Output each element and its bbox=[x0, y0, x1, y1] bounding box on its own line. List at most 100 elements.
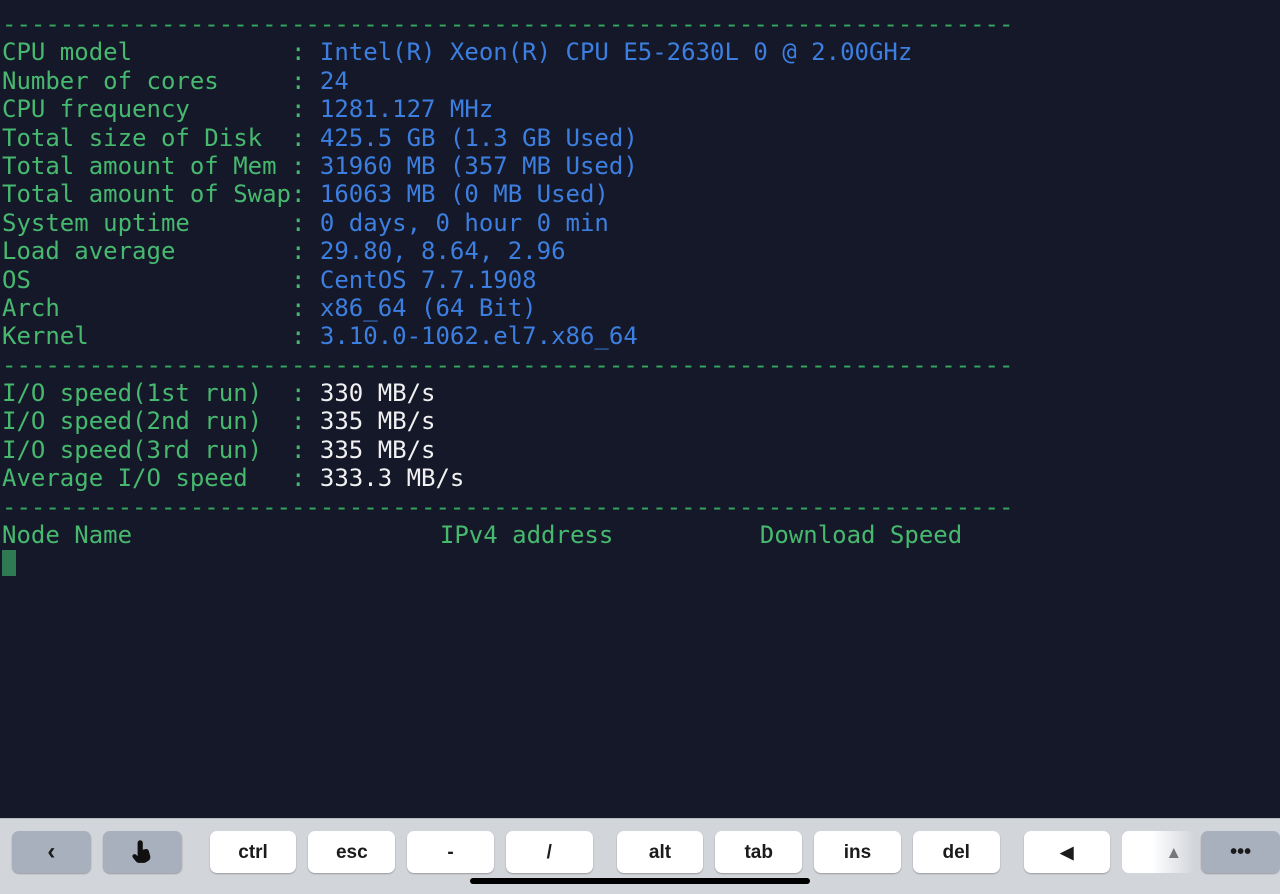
sysinfo-label: Total amount of Swap bbox=[2, 180, 291, 209]
sysinfo-label: Arch bbox=[2, 293, 291, 322]
colon-separator: : bbox=[290, 322, 320, 351]
key-row: ‹ ctrl esc - / alt tab ins del ◀ ▲ ••• bbox=[0, 819, 1280, 875]
back-button-label: ‹ bbox=[47, 838, 56, 865]
column-header-node-name: Node Name bbox=[2, 521, 133, 550]
colon-separator: : bbox=[290, 407, 320, 436]
sysinfo-row: Total size of Disk : 425.5 GB (1.3 GB Us… bbox=[2, 124, 1280, 152]
sysinfo-label: Total amount of Mem bbox=[2, 151, 291, 180]
key-ctrl[interactable]: ctrl bbox=[209, 831, 297, 873]
sysinfo-row: Number of cores : 24 bbox=[2, 67, 1280, 95]
sysinfo-value: 3.10.0-1062.el7.x86_64 bbox=[319, 322, 638, 351]
iospeed-row: Average I/O speed : 333.3 MB/s bbox=[2, 464, 1280, 492]
colon-separator: : bbox=[290, 123, 320, 152]
touch-pointer-button[interactable] bbox=[102, 831, 182, 873]
colon-separator: : bbox=[290, 38, 320, 67]
column-header-ipv4-address: IPv4 address bbox=[439, 521, 614, 550]
sysinfo-label: Total size of Disk bbox=[2, 123, 291, 152]
key-alt[interactable]: alt bbox=[616, 831, 704, 873]
colon-separator: : bbox=[290, 180, 320, 209]
key-tab-label: tab bbox=[744, 841, 773, 863]
iospeed-value: 333.3 MB/s bbox=[319, 464, 465, 493]
sysinfo-value: 16063 MB (0 MB Used) bbox=[319, 180, 609, 209]
sysinfo-label: OS bbox=[2, 265, 291, 294]
sysinfo-row: Load average : 29.80, 8.64, 2.96 bbox=[2, 237, 1280, 265]
colon-separator: : bbox=[290, 293, 320, 322]
back-button[interactable]: ‹ bbox=[12, 831, 91, 873]
sysinfo-row: CPU frequency : 1281.127 MHz bbox=[2, 95, 1280, 123]
system-info-block: CPU model : Intel(R) Xeon(R) CPU E5-2630… bbox=[2, 38, 1280, 350]
colon-separator: : bbox=[290, 464, 320, 493]
text-cursor bbox=[2, 550, 16, 577]
colon-separator: : bbox=[290, 95, 320, 124]
io-speed-block: I/O speed(1st run) : 330 MB/s I/O speed(2… bbox=[2, 379, 1280, 493]
key-minus-label: - bbox=[447, 841, 454, 863]
iospeed-label: Average I/O speed bbox=[2, 464, 291, 493]
sysinfo-row: Total amount of Swap: 16063 MB (0 MB Use… bbox=[2, 180, 1280, 208]
colon-separator: : bbox=[290, 208, 320, 237]
sysinfo-value: 1281.127 MHz bbox=[319, 95, 494, 124]
key-esc-label: esc bbox=[335, 841, 368, 863]
colon-separator: : bbox=[290, 66, 320, 95]
column-header-download-speed: Download Speed bbox=[759, 521, 963, 550]
key-esc[interactable]: esc bbox=[308, 831, 396, 873]
iospeed-label: I/O speed(2nd run) bbox=[2, 407, 291, 436]
sysinfo-value: 0 days, 0 hour 0 min bbox=[319, 208, 609, 237]
separator-line-top: ----------------------------------------… bbox=[2, 10, 1014, 38]
terminal-screen[interactable]: ----------------------------------------… bbox=[0, 0, 1280, 818]
key-ctrl-label: ctrl bbox=[238, 841, 268, 863]
key-slash[interactable]: / bbox=[505, 831, 593, 873]
more-options-button-label: ••• bbox=[1230, 841, 1252, 863]
colon-separator: : bbox=[290, 379, 320, 408]
sysinfo-value: 425.5 GB (1.3 GB Used) bbox=[319, 123, 638, 152]
key-arrow-up-clipped[interactable]: ▲ bbox=[1122, 831, 1196, 873]
sysinfo-row: Arch : x86_64 (64 Bit) bbox=[2, 294, 1280, 322]
sysinfo-label: Load average bbox=[2, 237, 291, 266]
sysinfo-row: CPU model : Intel(R) Xeon(R) CPU E5-2630… bbox=[2, 38, 1280, 66]
key-tab[interactable]: tab bbox=[715, 831, 803, 873]
sysinfo-row: OS : CentOS 7.7.1908 bbox=[2, 266, 1280, 294]
key-minus[interactable]: - bbox=[407, 831, 494, 873]
sysinfo-row: System uptime : 0 days, 0 hour 0 min bbox=[2, 209, 1280, 237]
sysinfo-label: Number of cores bbox=[2, 66, 291, 95]
iospeed-value: 335 MB/s bbox=[319, 407, 436, 436]
colon-separator: : bbox=[290, 151, 320, 180]
sysinfo-label: CPU frequency bbox=[2, 95, 291, 124]
key-ins[interactable]: ins bbox=[814, 831, 901, 873]
sysinfo-row: Total amount of Mem : 31960 MB (357 MB U… bbox=[2, 152, 1280, 180]
iospeed-label: I/O speed(3rd run) bbox=[2, 435, 291, 464]
sysinfo-label: CPU model bbox=[2, 38, 291, 67]
colon-separator: : bbox=[290, 265, 320, 294]
iospeed-label: I/O speed(1st run) bbox=[2, 379, 291, 408]
sysinfo-label: System uptime bbox=[2, 208, 291, 237]
separator-line-bottom: ----------------------------------------… bbox=[2, 492, 1014, 521]
iospeed-row: I/O speed(1st run) : 330 MB/s bbox=[2, 379, 1280, 407]
key-del[interactable]: del bbox=[912, 831, 1000, 873]
key-del-label: del bbox=[942, 841, 970, 863]
sysinfo-value: 24 bbox=[319, 66, 349, 95]
iospeed-value: 335 MB/s bbox=[319, 435, 436, 464]
cursor-line bbox=[2, 549, 1280, 577]
home-indicator bbox=[470, 878, 810, 884]
colon-separator: : bbox=[290, 237, 320, 266]
sysinfo-row: Kernel : 3.10.0-1062.el7.x86_64 bbox=[2, 322, 1280, 350]
terminal-output: ----------------------------------------… bbox=[2, 10, 1280, 578]
touch-icon bbox=[132, 840, 151, 863]
key-arrow-left-label: ◀ bbox=[1060, 842, 1074, 862]
key-slash-label: / bbox=[546, 841, 552, 863]
iospeed-row: I/O speed(2nd run) : 335 MB/s bbox=[2, 407, 1280, 435]
key-arrow-up-clipped-label: ▲ bbox=[1165, 842, 1183, 862]
iospeed-row: I/O speed(3rd run) : 335 MB/s bbox=[2, 436, 1280, 464]
key-arrow-left[interactable]: ◀ bbox=[1023, 831, 1111, 873]
more-options-button[interactable]: ••• bbox=[1201, 831, 1280, 873]
iospeed-value: 330 MB/s bbox=[319, 379, 436, 408]
colon-separator: : bbox=[290, 435, 320, 464]
key-ins-label: ins bbox=[843, 841, 872, 863]
sysinfo-value: 31960 MB (357 MB Used) bbox=[319, 151, 638, 180]
separator-line-mid: ----------------------------------------… bbox=[2, 350, 1014, 379]
sysinfo-value: Intel(R) Xeon(R) CPU E5-2630L 0 @ 2.00GH… bbox=[319, 38, 913, 67]
sysinfo-value: 29.80, 8.64, 2.96 bbox=[319, 237, 566, 266]
node-table-header-row: Node Name IPv4 address Download Speed bbox=[2, 521, 1280, 549]
sysinfo-label: Kernel bbox=[2, 322, 291, 351]
sysinfo-value: x86_64 (64 Bit) bbox=[319, 293, 537, 322]
key-alt-label: alt bbox=[648, 841, 672, 863]
